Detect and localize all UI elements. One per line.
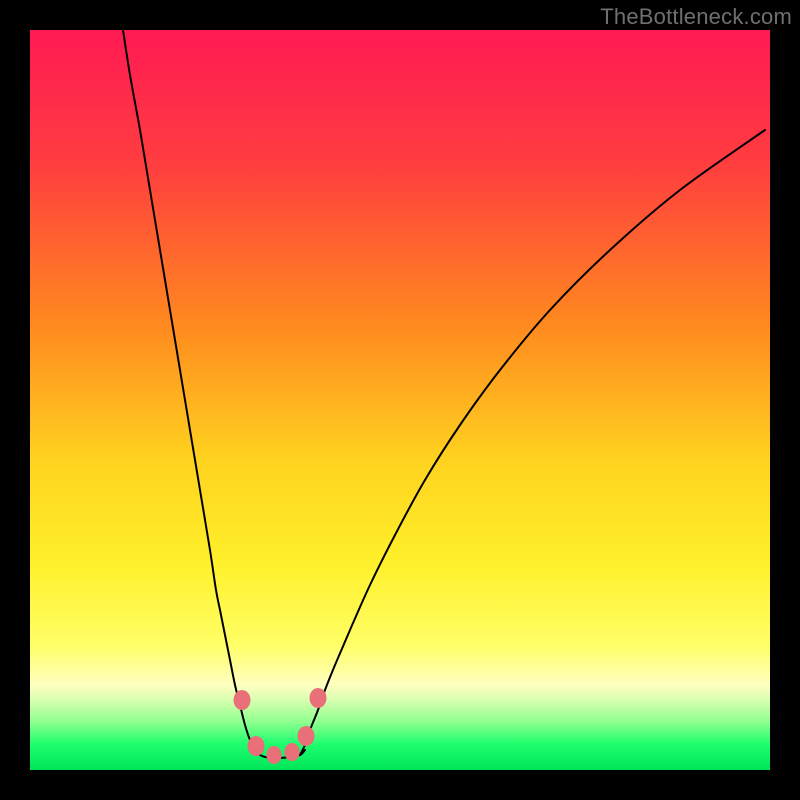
data-marker-0	[234, 690, 251, 710]
chart-svg	[30, 30, 770, 770]
chart-frame: TheBottleneck.com	[0, 0, 800, 800]
data-marker-3	[284, 743, 299, 761]
data-marker-2	[266, 746, 281, 764]
watermark-text: TheBottleneck.com	[600, 4, 792, 30]
plot-area	[30, 30, 770, 770]
data-marker-1	[248, 736, 265, 756]
data-marker-4	[298, 726, 315, 746]
data-marker-5	[310, 688, 327, 708]
